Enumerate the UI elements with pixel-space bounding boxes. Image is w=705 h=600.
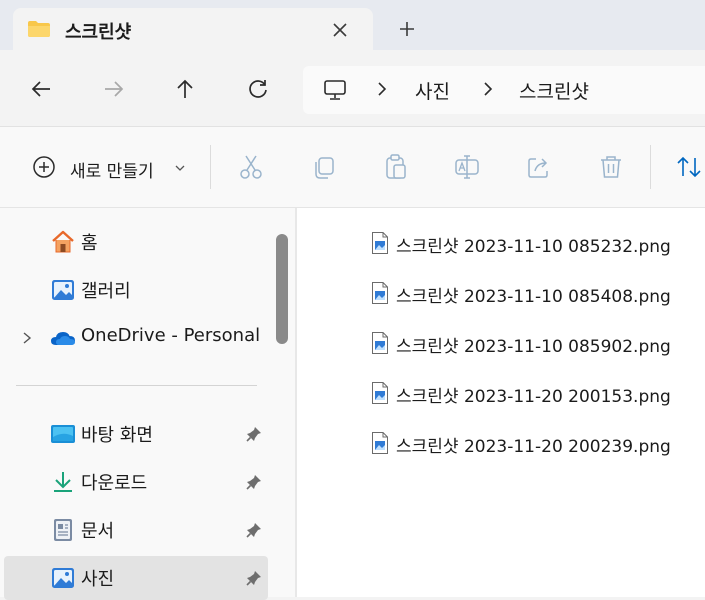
sidebar-item-downloads[interactable]: 다운로드	[4, 460, 268, 504]
refresh-icon[interactable]	[245, 76, 271, 102]
sidebar-scrollbar-thumb[interactable]	[276, 234, 288, 344]
sidebar-item-home[interactable]: 홈	[4, 220, 268, 264]
sidebar-item-label: 갤러리	[81, 281, 131, 302]
delete-icon	[601, 156, 621, 178]
chevron-right-icon[interactable]	[20, 330, 34, 346]
forward-arrow-icon	[105, 81, 124, 97]
tab-screenshots[interactable]: 스크린샷	[13, 8, 373, 51]
file-name: 스크린샷 2023-11-10 085408.png	[396, 287, 671, 307]
sidebar-item-label: 사진	[81, 569, 115, 590]
divider	[650, 145, 651, 189]
breadcrumb-screenshots[interactable]: 스크린샷	[519, 77, 589, 104]
sidebar-item-documents[interactable]: 문서	[4, 508, 268, 552]
pin-icon[interactable]	[245, 473, 263, 491]
sidebar-item-label: OneDrive - Personal	[81, 325, 261, 346]
png-file-icon	[372, 332, 388, 354]
divider	[210, 145, 211, 189]
file-name: 스크린샷 2023-11-20 200153.png	[396, 387, 671, 407]
home-icon	[52, 230, 74, 253]
tab-title: 스크린샷	[65, 22, 132, 43]
onedrive-cloud-icon	[51, 332, 75, 345]
png-file-icon	[372, 382, 388, 404]
png-file-icon	[372, 232, 388, 254]
sidebar-item-gallery[interactable]: 갤러리	[4, 268, 268, 312]
chevron-down-icon	[175, 165, 185, 171]
tab-strip: 스크린샷	[0, 0, 705, 51]
sidebar-divider	[16, 385, 257, 386]
file-list: 스크린샷 2023-11-10 085232.png 스크린샷 2023-11-…	[297, 208, 705, 597]
documents-icon	[54, 519, 72, 541]
new-tab-plus-icon[interactable]	[395, 17, 419, 41]
download-icon	[54, 472, 72, 492]
folder-icon	[28, 21, 50, 37]
address-bar[interactable]: 사진 스크린샷	[303, 66, 705, 114]
chevron-right-icon[interactable]	[375, 80, 389, 98]
chevron-right-icon[interactable]	[481, 80, 495, 98]
pin-icon[interactable]	[245, 521, 263, 539]
list-item[interactable]: 스크린샷 2023-11-10 085902.png	[367, 324, 697, 364]
cut-icon	[240, 155, 262, 179]
file-name: 스크린샷 2023-11-10 085902.png	[396, 337, 671, 357]
pin-icon[interactable]	[245, 425, 263, 443]
list-item[interactable]: 스크린샷 2023-11-10 085408.png	[367, 274, 697, 314]
file-name: 스크린샷 2023-11-20 200239.png	[396, 437, 671, 457]
png-file-icon	[372, 432, 388, 454]
paste-icon	[386, 154, 406, 179]
new-button-label: 새로 만들기	[70, 162, 154, 182]
sidebar-item-label: 바탕 화면	[81, 425, 153, 446]
navigation-pane: 홈 갤러리 OneDrive - Personal 바탕 화면 다운로드 문서 …	[0, 208, 296, 600]
pin-icon[interactable]	[245, 569, 263, 587]
pictures-icon	[52, 568, 74, 588]
sort-icon[interactable]	[675, 153, 703, 181]
list-item[interactable]: 스크린샷 2023-11-10 085232.png	[367, 224, 697, 264]
breadcrumb-pictures[interactable]: 사진	[415, 77, 450, 104]
list-item[interactable]: 스크린샷 2023-11-20 200153.png	[367, 374, 697, 414]
this-pc-icon[interactable]	[323, 79, 347, 101]
share-icon	[528, 158, 548, 178]
back-arrow-icon[interactable]	[28, 76, 54, 102]
gallery-icon	[52, 280, 74, 300]
close-icon[interactable]	[329, 19, 351, 41]
command-bar: 새로 만들기	[0, 127, 705, 208]
file-name: 스크린샷 2023-11-10 085232.png	[396, 237, 671, 257]
sidebar-item-label: 홈	[81, 233, 98, 254]
sidebar-item-desktop[interactable]: 바탕 화면	[4, 412, 268, 456]
desktop-icon	[51, 425, 75, 443]
plus-circle-icon	[33, 156, 55, 178]
sidebar-item-label: 다운로드	[81, 473, 148, 494]
copy-icon	[315, 157, 334, 179]
navigation-bar: 사진 스크린샷	[0, 50, 705, 127]
rename-icon	[455, 155, 479, 179]
up-arrow-icon[interactable]	[172, 76, 198, 102]
png-file-icon	[372, 282, 388, 304]
sidebar-item-pictures[interactable]: 사진	[4, 556, 268, 600]
sidebar-item-onedrive[interactable]: OneDrive - Personal	[4, 316, 268, 360]
sidebar-item-label: 문서	[81, 521, 115, 542]
list-item[interactable]: 스크린샷 2023-11-20 200239.png	[367, 424, 697, 464]
